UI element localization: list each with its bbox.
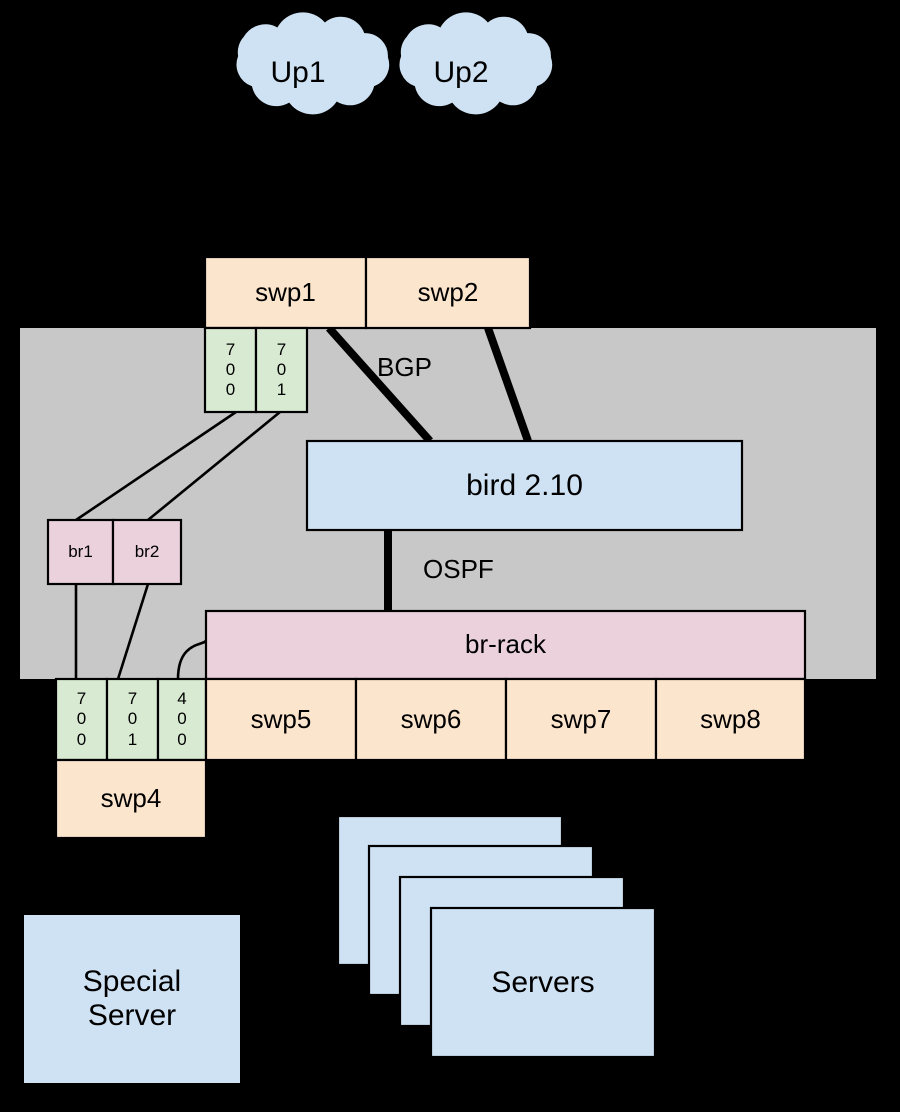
bridge-box-br-rack[interactable] bbox=[204, 609, 807, 681]
switch-box-swp7[interactable] bbox=[504, 677, 658, 762]
servers-stack-layer-1 bbox=[429, 906, 657, 1059]
host-stack-servers[interactable] bbox=[336, 814, 657, 1059]
vlan-box-rack-700[interactable] bbox=[54, 677, 109, 762]
bridge-box-br1[interactable] bbox=[46, 518, 115, 586]
switch-box-swp6[interactable] bbox=[354, 677, 508, 762]
network-topology-diagram bbox=[20, 10, 876, 1083]
daemon-box-bird[interactable] bbox=[305, 439, 744, 532]
switch-box-swp5[interactable] bbox=[204, 677, 358, 762]
switch-box-swp4[interactable] bbox=[54, 758, 208, 840]
bridge-box-br2[interactable] bbox=[111, 518, 183, 586]
link-swp5-servers bbox=[468, 759, 480, 817]
host-box-special-server[interactable] bbox=[24, 915, 240, 1083]
switch-box-swp2[interactable] bbox=[364, 255, 532, 330]
vlan-box-rack-701[interactable] bbox=[105, 677, 160, 762]
switch-box-swp8[interactable] bbox=[654, 677, 807, 762]
cloud-up1 bbox=[234, 10, 392, 117]
switch-box-swp1[interactable] bbox=[203, 255, 368, 330]
vlan-box-rack-400[interactable] bbox=[156, 677, 208, 762]
vlan-box-uplink-700[interactable] bbox=[203, 326, 258, 414]
cloud-up2 bbox=[397, 10, 555, 117]
vlan-box-uplink-701[interactable] bbox=[254, 326, 309, 414]
